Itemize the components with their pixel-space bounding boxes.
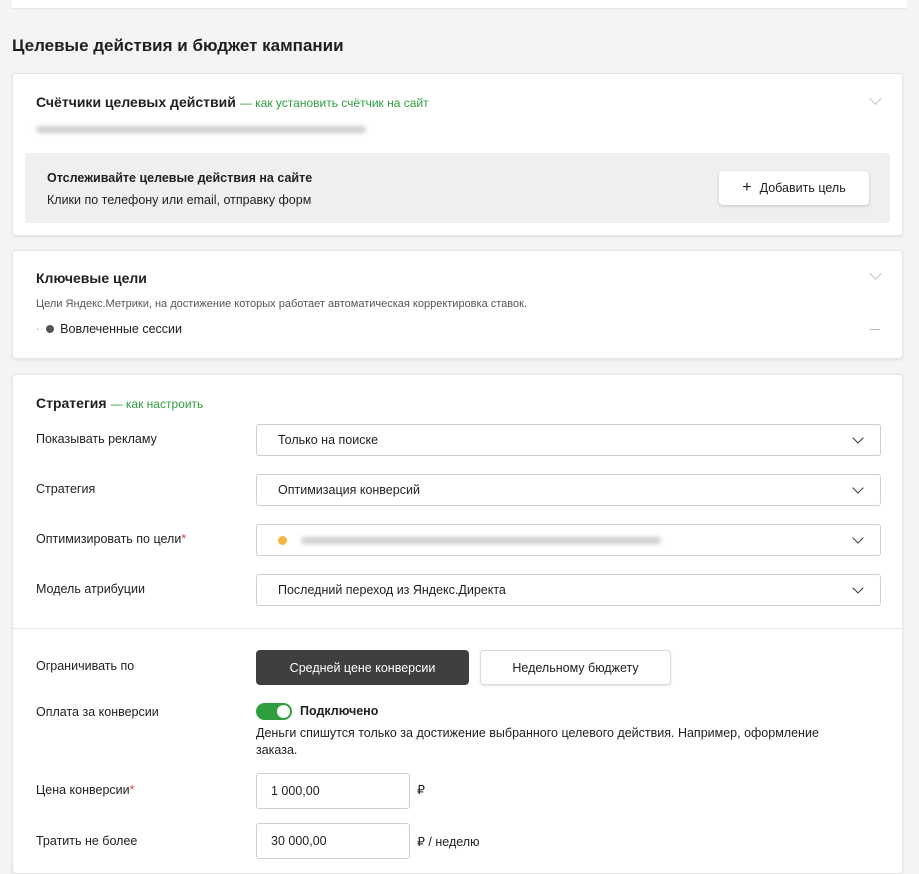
- pay-conversions-toggle[interactable]: [256, 703, 292, 720]
- bullet-prefix: ·: [36, 322, 41, 336]
- chevron-down-icon: [852, 532, 864, 544]
- attribution-label: Модель атрибуции: [36, 582, 145, 596]
- pay-conversions-status: Подключено: [300, 704, 379, 718]
- strategy-label: Стратегия: [36, 482, 96, 496]
- section-divider: [13, 628, 902, 629]
- pay-conversions-description: Деньги спишутся только за достижение выб…: [256, 726, 819, 757]
- goal-name-blurred: [301, 536, 661, 544]
- strategy-select[interactable]: Оптимизация конверсий: [256, 474, 881, 506]
- strategy-title: Стратегия — как настроить: [36, 395, 204, 411]
- counters-title: Счётчики целевых действий — как установит…: [36, 94, 429, 110]
- show-ads-select[interactable]: Только на поиске: [256, 424, 881, 456]
- remove-goal-icon[interactable]: [870, 329, 880, 330]
- counter-info-blurred: [36, 126, 366, 133]
- chevron-down-icon[interactable]: [869, 92, 882, 105]
- plus-icon: +: [742, 179, 752, 196]
- counters-card: Счётчики целевых действий — как установит…: [12, 73, 903, 236]
- limit-weekly-budget-button[interactable]: Недельному бюджету: [480, 650, 671, 685]
- spend-limit-unit: ₽ / неделю: [417, 835, 480, 849]
- strategy-card: Стратегия — как настроить Показывать рекл…: [12, 374, 903, 874]
- conversion-price-unit: ₽: [417, 783, 425, 797]
- goal-status-dot-icon: [278, 535, 287, 545]
- key-goals-card: Ключевые цели Цели Яндекс.Метрики, на до…: [12, 250, 903, 359]
- add-goal-label: Добавить цель: [759, 181, 846, 195]
- chevron-down-icon: [852, 582, 864, 594]
- attribution-select[interactable]: Последний переход из Яндекс.Директа: [256, 574, 881, 606]
- tracking-box: Отслеживайте целевые действия на сайте К…: [25, 153, 890, 223]
- top-divider: [12, 0, 907, 9]
- add-goal-button[interactable]: + Добавить цель: [719, 171, 869, 205]
- spend-limit-input[interactable]: [256, 823, 410, 859]
- optimize-goal-label: Оптимизировать по цели*: [36, 532, 187, 546]
- key-goals-title: Ключевые цели: [36, 270, 147, 286]
- optimize-goal-select[interactable]: [256, 524, 881, 556]
- key-goals-description: Цели Яндекс.Метрики, на достижение котор…: [36, 298, 527, 310]
- key-goal-item: · Вовлеченные сессии: [36, 322, 182, 336]
- toggle-knob: [277, 705, 290, 718]
- page-title: Целевые действия и бюджет кампании: [12, 36, 344, 55]
- install-counter-link[interactable]: — как установить счётчик на сайт: [240, 96, 429, 110]
- spend-limit-label: Тратить не более: [36, 834, 138, 848]
- chevron-down-icon: [852, 482, 864, 494]
- limit-avg-conversion-button[interactable]: Средней цене конверсии: [256, 650, 469, 685]
- conversion-price-label: Цена конверсии*: [36, 783, 135, 797]
- strategy-help-link[interactable]: — как настроить: [111, 397, 204, 411]
- tracking-title: Отслеживайте целевые действия на сайте: [47, 171, 313, 185]
- goal-dot-icon: [46, 325, 55, 333]
- limit-label: Ограничивать по: [36, 659, 135, 673]
- chevron-down-icon: [852, 432, 864, 444]
- chevron-down-icon[interactable]: [869, 267, 882, 280]
- tracking-subtitle: Клики по телефону или email, отправку фо…: [47, 193, 312, 207]
- pay-conversions-label: Оплата за конверсии: [36, 705, 159, 719]
- show-ads-label: Показывать рекламу: [36, 432, 157, 446]
- conversion-price-input[interactable]: [256, 773, 410, 809]
